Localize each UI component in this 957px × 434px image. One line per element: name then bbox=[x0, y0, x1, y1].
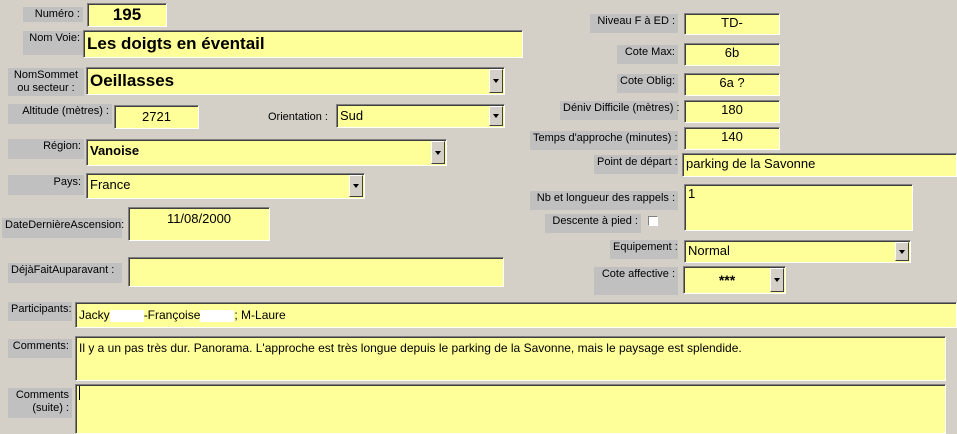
point-depart-label: Point de départ : bbox=[594, 155, 678, 174]
cote-affective-label: Cote affective : bbox=[594, 267, 678, 295]
participant-jacky: Jacky bbox=[79, 308, 110, 322]
pays-label: Pays: bbox=[8, 175, 84, 195]
participants-label: Participants: bbox=[8, 302, 72, 321]
cote-affective-value: *** bbox=[718, 272, 736, 288]
altitude-field[interactable]: 2721 bbox=[114, 105, 199, 129]
descente-label: Descente à pied : bbox=[545, 214, 641, 233]
temps-approche-field[interactable]: 140 bbox=[684, 127, 780, 150]
text-cursor bbox=[79, 386, 80, 400]
participant-mlaure: ; M-Laure bbox=[234, 308, 286, 322]
rappels-field[interactable]: 1 bbox=[684, 184, 913, 231]
participants-field[interactable]: Jacky -Françoise ; M-Laure bbox=[75, 302, 957, 328]
deniv-field[interactable]: 180 bbox=[684, 100, 780, 123]
comments-label: Comments: bbox=[8, 339, 72, 358]
cote-max-field[interactable]: 6b bbox=[684, 43, 780, 66]
temps-approche-label: Temps d'approche (minutes) : bbox=[530, 131, 678, 150]
equipement-combo[interactable]: Normal bbox=[684, 240, 911, 263]
nom-voie-field[interactable]: Les doigts en éventail bbox=[83, 30, 523, 58]
chevron-down-icon[interactable] bbox=[489, 69, 503, 93]
redaction-block bbox=[200, 309, 235, 322]
cote-max-label: Cote Max: bbox=[617, 45, 678, 64]
equipement-label: Equipement : bbox=[610, 240, 678, 259]
niveau-field[interactable]: TD- bbox=[684, 13, 780, 35]
chevron-down-icon[interactable] bbox=[770, 268, 784, 292]
equipement-value: Normal bbox=[688, 243, 730, 258]
pays-value: France bbox=[90, 177, 131, 192]
date-derniere-label: DateDernièreAscension: bbox=[2, 218, 124, 238]
region-combo[interactable]: Vanoise bbox=[86, 139, 447, 166]
date-derniere-field[interactable]: 11/08/2000 bbox=[128, 207, 270, 241]
altitude-label: Altitude (mètres) : bbox=[8, 104, 112, 124]
numero-field[interactable]: 195 bbox=[87, 3, 167, 27]
deniv-label: Déniv Difficile (mètres) : bbox=[560, 101, 680, 120]
comments-suite-label: Comments (suite) : bbox=[8, 388, 72, 418]
cote-oblig-field[interactable]: 6a ? bbox=[684, 73, 780, 96]
redaction-block bbox=[109, 309, 144, 322]
comments-suite-field[interactable] bbox=[75, 384, 946, 434]
comments-field[interactable]: Il y a un pas très dur. Panorama. L'appr… bbox=[75, 336, 946, 381]
region-value: Vanoise bbox=[90, 143, 140, 158]
participant-francoise: -Françoise bbox=[143, 308, 201, 322]
chevron-down-icon[interactable] bbox=[489, 106, 503, 126]
chevron-down-icon[interactable] bbox=[349, 175, 363, 197]
orientation-label: Orientation : bbox=[268, 111, 328, 123]
cote-oblig-label: Cote Oblig: bbox=[617, 74, 678, 93]
numero-label: Numéro : bbox=[23, 7, 83, 22]
region-label: Région: bbox=[8, 139, 84, 159]
niveau-label: Niveau F à ED : bbox=[590, 14, 678, 33]
rappels-label: Nb et longueur des rappels : bbox=[530, 191, 678, 210]
cote-affective-combo[interactable]: *** bbox=[683, 266, 786, 294]
nom-sommet-label: NomSommet ou secteur : bbox=[8, 68, 84, 96]
nom-sommet-combo[interactable]: Oeillasses bbox=[86, 67, 505, 95]
pays-combo[interactable]: France bbox=[86, 173, 365, 199]
deja-fait-field[interactable] bbox=[128, 257, 504, 287]
chevron-down-icon[interactable] bbox=[431, 141, 445, 164]
nom-voie-label: Nom Voie: bbox=[23, 31, 83, 55]
orientation-value: Sud bbox=[340, 108, 364, 123]
chevron-down-icon[interactable] bbox=[895, 242, 909, 261]
nom-sommet-value: Oeillasses bbox=[90, 71, 175, 90]
point-depart-field[interactable]: parking de la Savonne bbox=[682, 153, 957, 177]
descente-checkbox[interactable] bbox=[648, 216, 658, 226]
orientation-combo[interactable]: Sud bbox=[336, 104, 505, 128]
deja-fait-label: DéjàFaitAuparavant : bbox=[8, 263, 122, 283]
